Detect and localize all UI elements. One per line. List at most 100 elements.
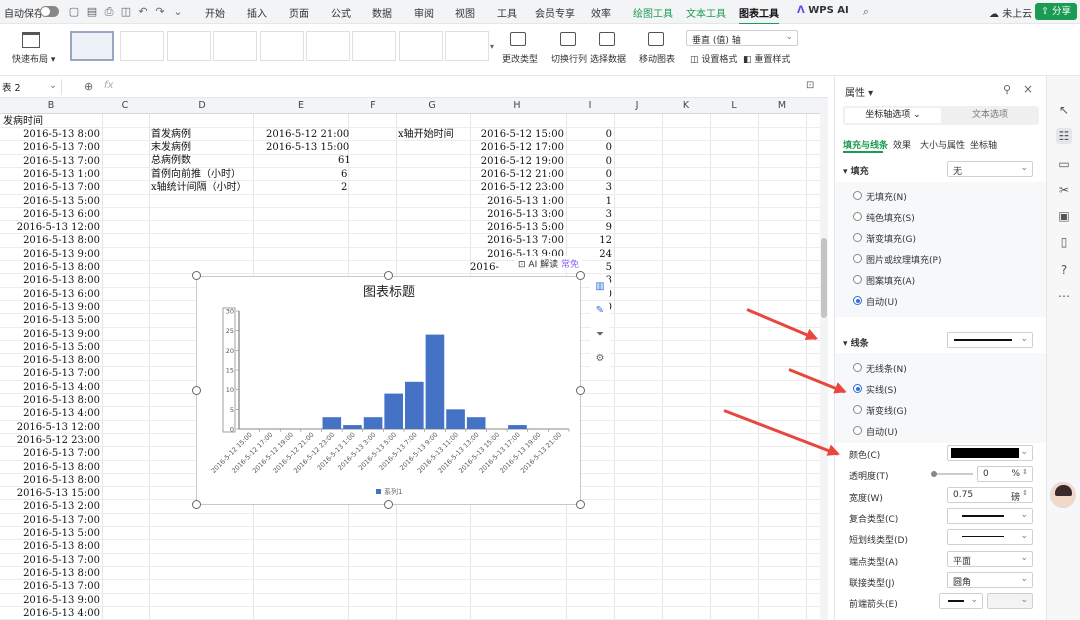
reset-style-button[interactable]: ◧ 重置样式: [743, 52, 790, 65]
cell-value[interactable]: 0: [566, 128, 612, 141]
cell-value[interactable]: 2016-5-13 8:00: [4, 128, 100, 141]
cell-value[interactable]: 61: [338, 154, 351, 167]
cloud-status[interactable]: ☁ 未上云: [989, 5, 1032, 20]
column-header[interactable]: M: [777, 100, 787, 111]
fill-option-radio[interactable]: [853, 233, 862, 242]
resize-handle[interactable]: [576, 271, 585, 280]
tools-icon[interactable]: ✂: [1056, 182, 1072, 198]
fill-option-radio[interactable]: [853, 191, 862, 200]
tab-axis-options[interactable]: 坐标轴选项 ⌄: [845, 108, 941, 123]
cell-value[interactable]: 2016-5-13 8:00: [4, 461, 100, 474]
cap-type-select[interactable]: 平面 ⌄: [947, 551, 1033, 567]
fill-option-label[interactable]: 图案填充(A): [866, 274, 915, 287]
axis-element-select[interactable]: 垂直 (值) 轴 ⌄: [686, 30, 798, 46]
autosave-toggle[interactable]: [40, 6, 59, 17]
resize-handle[interactable]: [192, 271, 201, 280]
tab-text-options[interactable]: 文本选项: [943, 108, 1037, 123]
cell-value[interactable]: 2016-5-13 12:00: [4, 221, 100, 234]
cell-value[interactable]: 2016-5-13 9:00: [4, 594, 100, 607]
chart-style-thumb[interactable]: [306, 31, 350, 61]
cell-value[interactable]: 2016-5-13 7:00: [4, 367, 100, 380]
compound-type-select[interactable]: ⌄: [947, 508, 1033, 524]
fill-option-label[interactable]: 纯色填充(S): [866, 211, 915, 224]
change-type-button[interactable]: 更改类型: [502, 52, 538, 65]
cell-label[interactable]: 首发病例: [151, 128, 191, 141]
tab-formula[interactable]: 公式: [331, 5, 351, 20]
cell-value[interactable]: 2016-5-13 7:00: [4, 155, 100, 168]
cell-value[interactable]: 0: [566, 155, 612, 168]
cell-value[interactable]: 2016-5-13 8:00: [4, 567, 100, 580]
cell-value[interactable]: 2016-5-13 6:00: [4, 288, 100, 301]
transparency-slider[interactable]: [931, 471, 973, 477]
tab-page[interactable]: 页面: [289, 5, 309, 20]
save-icon[interactable]: ▢: [68, 5, 80, 18]
tab-chart-tools[interactable]: 图表工具: [739, 5, 779, 25]
tab-data[interactable]: 数据: [372, 5, 392, 20]
cell-value[interactable]: 2016-5-13 7:00: [4, 141, 100, 154]
cell-value[interactable]: 2016-5-13 7:00: [4, 181, 100, 194]
cell-value[interactable]: 2016-5-13 2:00: [4, 500, 100, 513]
cell-value[interactable]: 2016-5-13 1:00: [4, 168, 100, 181]
fill-option-radio[interactable]: [853, 296, 862, 305]
fill-option-label[interactable]: 无填充(N): [866, 190, 907, 203]
cell-value[interactable]: 2016-5-12 21:00: [470, 168, 564, 181]
chart-style-thumb[interactable]: [213, 31, 257, 61]
cell-value[interactable]: 2016-5-13 12:00: [4, 421, 100, 434]
cell-label[interactable]: 总病例数: [151, 154, 191, 167]
tab-view[interactable]: 视图: [455, 5, 475, 20]
switch-rowcol-button[interactable]: 切换行列: [551, 52, 587, 65]
tab-tools[interactable]: 工具: [497, 5, 517, 20]
cell-value[interactable]: 2016-5-13 8:00: [4, 474, 100, 487]
cell-value[interactable]: 2016-5-13 7:00: [4, 447, 100, 460]
chart-style-thumb[interactable]: [445, 31, 489, 61]
properties-icon[interactable]: ☷: [1056, 128, 1072, 144]
cell-value[interactable]: 2016-5-13 9:00: [4, 248, 100, 261]
cell-value[interactable]: 2016-5-13 7:00: [470, 234, 564, 247]
line-option-radio[interactable]: [853, 363, 862, 372]
chart-style-brush-icon[interactable]: ✎: [590, 302, 610, 322]
print-preview-icon[interactable]: ◫: [120, 5, 132, 18]
more-chevron-icon[interactable]: ⌄: [172, 5, 184, 18]
cell-value[interactable]: 2016-5-13 5:00: [4, 527, 100, 540]
transparency-input[interactable]: 0% ⇕: [977, 466, 1033, 482]
select-data-button[interactable]: 选择数据: [590, 52, 626, 65]
name-box[interactable]: 表 2 ⌄: [0, 79, 62, 95]
fill-option-radio[interactable]: [853, 212, 862, 221]
line-option-radio[interactable]: [853, 405, 862, 414]
line-option-radio[interactable]: [853, 384, 862, 393]
more-icon[interactable]: ⋯: [1056, 288, 1072, 304]
line-color-picker[interactable]: ⌄: [947, 445, 1033, 461]
cell-label[interactable]: x轴统计间隔（小时）: [151, 181, 247, 194]
cell-value[interactable]: 0: [566, 168, 612, 181]
resize-handle[interactable]: [384, 271, 393, 280]
chart-style-thumb[interactable]: [399, 31, 443, 61]
tab-drawing-tools[interactable]: 绘图工具: [633, 5, 673, 20]
assistant-avatar[interactable]: [1050, 482, 1076, 508]
resize-handle[interactable]: [192, 500, 201, 509]
column-header[interactable]: L: [729, 100, 739, 111]
cell-value[interactable]: 2016-5-13 9:00: [4, 328, 100, 341]
tab-efficiency[interactable]: 效率: [591, 5, 611, 20]
tab-insert[interactable]: 插入: [247, 5, 267, 20]
vertical-scrollbar[interactable]: [820, 98, 828, 620]
chart-style-thumb[interactable]: [260, 31, 304, 61]
cell-value[interactable]: 2016-5-13 15:00: [266, 141, 349, 154]
backup-icon[interactable]: ▣: [1056, 208, 1072, 224]
move-chart-button[interactable]: 移动图表: [639, 52, 675, 65]
join-type-select[interactable]: 圆角 ⌄: [947, 572, 1033, 588]
cell-value[interactable]: 2: [341, 181, 347, 194]
export-pdf-icon[interactable]: ▤: [86, 5, 98, 18]
cell-label[interactable]: 末发病例: [151, 141, 191, 154]
subtab-effects[interactable]: 效果: [893, 138, 911, 151]
cell-value[interactable]: 2016-5-13 3:00: [470, 208, 564, 221]
cell-value[interactable]: 2016-5-13 9:00: [4, 301, 100, 314]
tab-start[interactable]: 开始: [205, 5, 225, 20]
cell-value[interactable]: 2016-5-13 7:00: [4, 514, 100, 527]
cell-value[interactable]: 2016-5-13 6:00: [4, 208, 100, 221]
cell-value[interactable]: 9: [566, 221, 612, 234]
tab-review[interactable]: 审阅: [414, 5, 434, 20]
cell-value[interactable]: 6: [341, 168, 347, 181]
line-section-header[interactable]: ▾ 线条: [843, 336, 869, 349]
redo-icon[interactable]: ↷: [154, 5, 166, 18]
cell-value[interactable]: 2016-5-13 1:00: [470, 195, 564, 208]
